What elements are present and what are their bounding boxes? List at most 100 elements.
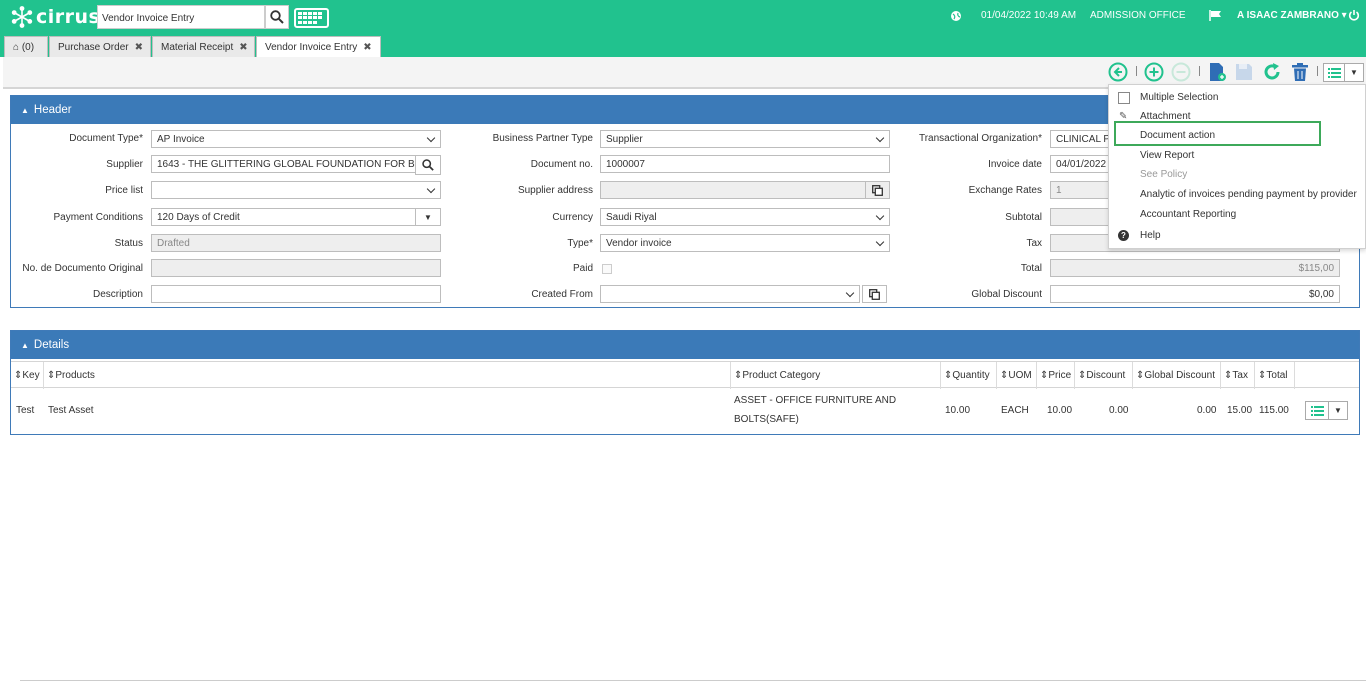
actions-menu-button[interactable]: ▼ bbox=[1323, 63, 1364, 82]
toolbar-separator bbox=[1317, 66, 1318, 76]
created-from-copy-button[interactable] bbox=[862, 285, 887, 303]
column-header-discount[interactable]: ⇕Discount bbox=[1075, 362, 1133, 389]
tab-label: Material Receipt bbox=[161, 42, 234, 53]
tab-label: Vendor Invoice Entry bbox=[265, 42, 358, 53]
price-list-label: Price list bbox=[105, 185, 143, 196]
tab-home-label: (0) bbox=[21, 42, 35, 53]
paid-checkbox[interactable] bbox=[602, 264, 612, 274]
price-list-select[interactable] bbox=[151, 181, 441, 199]
power-icon[interactable] bbox=[1348, 9, 1360, 21]
globe-icon[interactable] bbox=[950, 10, 962, 22]
tab-material-receipt[interactable]: Material Receipt ✖ bbox=[152, 36, 255, 57]
menu-item-multiple-selection[interactable]: Multiple Selection bbox=[1140, 92, 1218, 103]
copy-icon bbox=[869, 288, 880, 300]
multiple-selection-checkbox[interactable] bbox=[1118, 92, 1130, 104]
cirrus-logo[interactable]: cirrus bbox=[11, 6, 100, 28]
created-from-select[interactable] bbox=[600, 285, 860, 303]
add-icon[interactable] bbox=[1144, 62, 1164, 82]
column-header-global-discount[interactable]: ⇕Global Discount bbox=[1133, 362, 1221, 389]
refresh-icon[interactable] bbox=[1262, 62, 1282, 82]
row-total: 115.00 bbox=[1259, 405, 1289, 416]
tab-label: Purchase Order bbox=[58, 42, 129, 53]
panel-title-text: Details bbox=[33, 339, 70, 351]
list-icon bbox=[1324, 64, 1345, 81]
close-icon[interactable]: ✖ bbox=[239, 42, 247, 53]
trans-org-label: Transactional Organization* bbox=[918, 133, 1042, 144]
close-icon[interactable]: ✖ bbox=[363, 42, 371, 53]
save-icon[interactable] bbox=[1234, 62, 1254, 82]
type-select[interactable]: Vendor invoice bbox=[600, 234, 890, 252]
user-menu[interactable]: A ISAAC ZAMBRANO ▾ bbox=[1237, 10, 1347, 21]
user-name: A ISAAC ZAMBRANO bbox=[1237, 10, 1339, 21]
currency-select[interactable]: Saudi Riyal bbox=[600, 208, 890, 226]
menu-item-view-report[interactable]: View Report bbox=[1140, 150, 1194, 161]
new-document-icon[interactable] bbox=[1207, 62, 1227, 82]
remove-icon[interactable] bbox=[1171, 62, 1191, 82]
payment-conditions-label: Payment Conditions bbox=[53, 212, 144, 223]
payment-conditions-dropdown[interactable]: ▼ bbox=[415, 208, 441, 226]
logo-text: cirrus bbox=[36, 6, 101, 28]
column-header-tax[interactable]: ⇕Tax bbox=[1221, 362, 1255, 389]
total-label: Total bbox=[1020, 263, 1042, 274]
column-header-products[interactable]: ⇕Products bbox=[44, 362, 731, 389]
search-icon bbox=[422, 159, 434, 171]
supplier-input[interactable]: 1643 - THE GLITTERING GLOBAL FOUNDATION … bbox=[151, 155, 416, 173]
column-header-key[interactable]: ⇕Key bbox=[11, 362, 44, 389]
tax-label: Tax bbox=[1026, 238, 1042, 249]
column-header-quantity[interactable]: ⇕Quantity bbox=[941, 362, 997, 389]
global-search-input[interactable]: Vendor Invoice Entry bbox=[97, 5, 265, 29]
bp-type-select[interactable]: Supplier bbox=[600, 130, 890, 148]
original-document-field bbox=[151, 259, 441, 277]
office-name[interactable]: ADMISSION OFFICE bbox=[1090, 10, 1186, 21]
tab-vendor-invoice-entry[interactable]: Vendor Invoice Entry ✖ bbox=[256, 36, 381, 57]
row-actions-button[interactable]: ▼ bbox=[1305, 401, 1348, 420]
global-discount-label: Global Discount bbox=[971, 289, 1042, 300]
status-field: Drafted bbox=[151, 234, 441, 252]
type-label: Type* bbox=[567, 238, 593, 249]
caret-down-icon: ▼ bbox=[1334, 406, 1342, 415]
page-bottom-divider bbox=[20, 680, 1366, 681]
trash-icon[interactable] bbox=[1290, 62, 1310, 82]
column-header-text: Global Discount bbox=[1144, 370, 1215, 381]
global-discount-input[interactable]: $0,00 bbox=[1050, 285, 1340, 303]
caret-down-icon: ▼ bbox=[1350, 68, 1358, 77]
created-from-label: Created From bbox=[531, 289, 593, 300]
search-button[interactable] bbox=[265, 5, 289, 29]
column-header-total[interactable]: ⇕Total bbox=[1255, 362, 1295, 389]
supplier-address-field bbox=[600, 181, 866, 199]
help-icon: ? bbox=[1118, 230, 1129, 241]
row-tax: 15.00 bbox=[1227, 405, 1253, 416]
menu-item-see-policy[interactable]: See Policy bbox=[1140, 169, 1187, 180]
supplier-address-label: Supplier address bbox=[517, 185, 593, 196]
menu-item-help[interactable]: Help bbox=[1140, 230, 1161, 241]
column-header-text: Products bbox=[55, 370, 95, 381]
row-category-line2: BOLTS(SAFE) bbox=[734, 414, 799, 425]
column-header-uom[interactable]: ⇕UOM bbox=[997, 362, 1037, 389]
menu-item-accountant-reporting[interactable]: Accountant Reporting bbox=[1140, 209, 1236, 220]
row-discount: 0.00 bbox=[1109, 405, 1129, 416]
row-product: Test Asset bbox=[48, 405, 94, 416]
document-no-input[interactable]: 1000007 bbox=[600, 155, 890, 173]
column-header-price[interactable]: ⇕Price bbox=[1037, 362, 1075, 389]
details-panel-title[interactable]: ▲ Details bbox=[11, 331, 1359, 359]
payment-conditions-input[interactable]: 120 Days of Credit bbox=[151, 208, 416, 226]
keyboard-icon[interactable] bbox=[294, 8, 329, 28]
row-category-line1: ASSET - OFFICE FURNITURE AND bbox=[734, 395, 897, 406]
column-header-text: Price bbox=[1048, 370, 1072, 381]
supplier-address-copy-button[interactable] bbox=[865, 181, 890, 199]
tab-purchase-order[interactable]: Purchase Order ✖ bbox=[49, 36, 151, 57]
menu-item-analytic-invoices[interactable]: Analytic of invoices pending payment by … bbox=[1140, 189, 1357, 200]
exchange-rates-label: Exchange Rates bbox=[968, 185, 1042, 196]
flag-icon[interactable] bbox=[1209, 10, 1222, 21]
column-header-text: Key bbox=[22, 370, 40, 381]
caret-down-icon: ▼ bbox=[424, 212, 432, 222]
document-type-select[interactable]: AP Invoice bbox=[151, 130, 441, 148]
column-header-product-category[interactable]: ⇕Product Category bbox=[731, 362, 941, 389]
row-global-discount: 0.00 bbox=[1197, 405, 1217, 416]
paid-label: Paid bbox=[572, 263, 593, 274]
tab-home[interactable]: ⌂ (0) bbox=[4, 36, 48, 57]
close-icon[interactable]: ✖ bbox=[135, 42, 143, 53]
back-icon[interactable] bbox=[1108, 62, 1128, 82]
supplier-search-button[interactable] bbox=[415, 155, 441, 175]
description-input[interactable] bbox=[151, 285, 441, 303]
